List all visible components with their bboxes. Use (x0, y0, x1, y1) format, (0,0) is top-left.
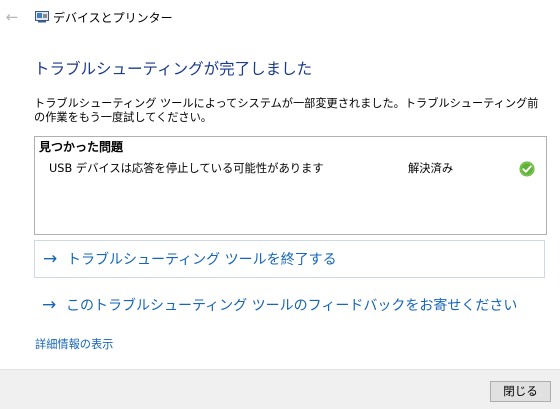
problem-status: 解決済み (408, 162, 454, 175)
description-text: トラブルシューティング ツールによってシステムが一部変更されました。トラブルシュ… (34, 97, 539, 124)
feedback-label: このトラブルシューティング ツールのフィードバックをお寄せください (66, 298, 518, 314)
check-circle-icon (519, 161, 535, 177)
page-heading: トラブルシューティングが完了しました (34, 60, 313, 78)
close-button[interactable]: 閉じる (490, 381, 551, 402)
window-title: デバイスとプリンター (53, 11, 173, 25)
problems-header: 見つかった問題 (39, 140, 124, 154)
problems-found-box: 見つかった問題 USB デバイスは応答を停止している可能性があります 解決済み (34, 136, 547, 235)
close-troubleshooter-label: トラブルシューティング ツールを終了する (67, 252, 337, 268)
problem-description: USB デバイスは応答を停止している可能性があります (49, 162, 324, 175)
troubleshooter-window: ← デバイスとプリンター トラブルシューティングが完了しました トラブルシューテ… (0, 0, 560, 409)
title-bar: ← デバイスとプリンター (0, 0, 560, 36)
feedback-link[interactable]: → このトラブルシューティング ツールのフィードバックをお寄せください (34, 287, 545, 325)
arrow-right-icon: → (42, 295, 57, 315)
close-troubleshooter-link[interactable]: → トラブルシューティング ツールを終了する (34, 240, 545, 278)
arrow-right-icon: → (43, 249, 58, 269)
devices-printers-icon (35, 11, 49, 23)
footer-bar: 閉じる (0, 369, 560, 409)
back-arrow-icon[interactable]: ← (4, 9, 20, 25)
view-details-link[interactable]: 詳細情報の表示 (35, 338, 113, 352)
